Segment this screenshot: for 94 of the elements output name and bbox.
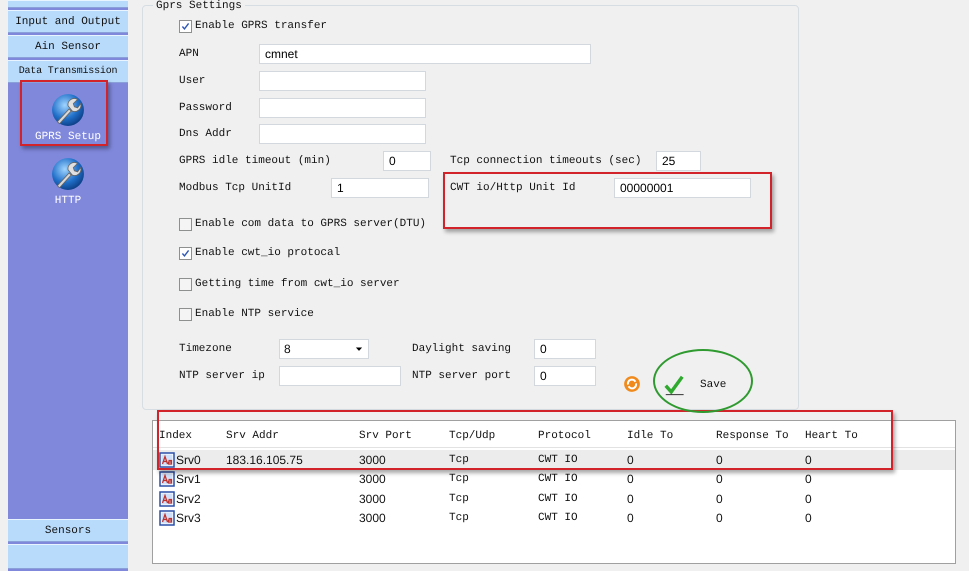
refresh-icon xyxy=(623,375,641,393)
globe-wrench-icon xyxy=(51,157,85,191)
table-cell: 3000 xyxy=(359,511,386,526)
input-field[interactable] xyxy=(259,98,426,118)
table-cell: CWT IO xyxy=(538,454,578,466)
checkmark-icon xyxy=(180,248,191,258)
field-label: Tcp connection timeouts (sec) xyxy=(450,155,642,167)
sidebar-section-button[interactable]: Data Transmission xyxy=(8,60,128,83)
sidebar-section-button[interactable] xyxy=(8,0,128,8)
checkbox[interactable] xyxy=(179,20,192,32)
table-cell: CWT IO xyxy=(538,492,578,505)
input-field[interactable] xyxy=(279,366,401,386)
checkbox-label: Enable NTP service xyxy=(195,308,314,320)
table-cell: Srv1 xyxy=(176,472,201,486)
table-row[interactable]: Srv2 3000 Tcp CWT IO 0 0 0 xyxy=(153,489,955,508)
table-cell: CWT IO xyxy=(538,512,578,524)
field-label: NTP server ip xyxy=(179,370,266,382)
checkmark-icon xyxy=(180,20,191,32)
document-icon xyxy=(159,452,175,468)
checkmark-icon xyxy=(663,374,685,396)
column-header[interactable]: Heart To xyxy=(805,430,894,442)
table-row[interactable]: Srv3 3000 Tcp CWT IO 0 0 0 xyxy=(153,508,955,528)
document-icon xyxy=(159,490,175,507)
table-cell: 0 xyxy=(716,492,723,506)
table-cell: 0 xyxy=(805,511,812,526)
table-cell: 3000 xyxy=(359,452,386,467)
field-label: Dns Addr xyxy=(179,128,233,140)
table-cell: 0 xyxy=(716,511,723,526)
column-header[interactable]: Srv Port xyxy=(359,430,449,442)
table-cell: 0 xyxy=(627,452,634,467)
globe-wrench-icon xyxy=(50,93,85,127)
refresh-button[interactable] xyxy=(623,375,643,395)
table-cell: 0 xyxy=(805,472,812,486)
table-row[interactable]: Srv0 183.16.105.75 3000 Tcp CWT IO 0 0 0 xyxy=(153,450,955,470)
table-cell: 0 xyxy=(716,472,723,486)
input-field[interactable] xyxy=(259,71,426,91)
table-cell: Tcp xyxy=(449,492,469,505)
input-field[interactable]: 25 xyxy=(656,151,701,171)
table-cell: 3000 xyxy=(359,472,386,486)
field-label: User xyxy=(179,75,206,87)
table-cell: 0 xyxy=(805,492,812,506)
table-cell: 0 xyxy=(627,492,634,506)
checkbox-label: Enable GPRS transfer xyxy=(195,20,328,32)
table-cell: Srv0 xyxy=(176,452,201,467)
input-field[interactable]: 0 xyxy=(534,366,596,386)
checkbox[interactable] xyxy=(179,308,192,320)
field-label: Modbus Tcp UnitId xyxy=(179,182,292,194)
sidebar-section-button[interactable] xyxy=(8,544,128,569)
checkbox[interactable] xyxy=(179,278,192,290)
sidebar-section-button[interactable]: Ain Sensor xyxy=(8,35,128,58)
checkbox[interactable] xyxy=(179,246,192,260)
table-cell: 0 xyxy=(716,452,723,467)
checkbox[interactable] xyxy=(179,218,192,230)
table-cell: 0 xyxy=(805,452,812,467)
column-header[interactable]: Index xyxy=(159,430,226,442)
table-cell: Tcp xyxy=(449,473,469,486)
document-icon xyxy=(159,510,175,526)
input-field[interactable]: 00000001 xyxy=(614,178,751,198)
timezone-dropdown[interactable]: 8 xyxy=(279,339,369,359)
save-button[interactable]: Save xyxy=(661,374,728,396)
document-icon xyxy=(159,471,175,488)
input-field[interactable]: cmnet xyxy=(259,44,591,64)
checkbox-label: Enable com data to GPRS server(DTU) xyxy=(195,218,426,230)
table-row[interactable]: Srv1 3000 Tcp CWT IO 0 0 0 xyxy=(153,470,955,489)
field-label: GPRS idle timeout (min) xyxy=(179,155,332,167)
table-cell: CWT IO xyxy=(538,473,578,486)
table-cell: Tcp xyxy=(449,512,469,524)
input-field[interactable]: 1 xyxy=(331,178,429,198)
sidebar-section-button[interactable]: Input and Output xyxy=(8,10,128,33)
column-header[interactable]: Tcp/Udp xyxy=(449,430,538,442)
checkbox-label: Getting time from cwt_io server xyxy=(195,278,400,290)
group-title: Gprs Settings xyxy=(153,0,245,12)
input-field[interactable]: 0 xyxy=(534,339,596,359)
table-cell: Srv2 xyxy=(176,492,201,506)
field-label: Password xyxy=(179,102,233,114)
field-label: Timezone xyxy=(179,343,233,355)
field-label: Daylight saving xyxy=(412,343,512,355)
table-cell: Tcp xyxy=(449,454,469,466)
table-cell: 3000 xyxy=(359,492,386,506)
table-cell: 0 xyxy=(627,511,634,526)
sidebar-section-button[interactable]: Sensors xyxy=(8,519,128,542)
checkbox-label: Enable cwt_io protocal xyxy=(195,247,340,259)
column-header[interactable]: Response To xyxy=(716,430,805,442)
field-label: NTP server port xyxy=(412,370,512,382)
input-field[interactable] xyxy=(259,124,426,144)
input-field[interactable]: 0 xyxy=(383,151,431,171)
table-cell: 0 xyxy=(627,472,634,486)
field-label: CWT io/Http Unit Id xyxy=(450,182,576,194)
table-cell: 183.16.105.75 xyxy=(226,452,303,467)
table-cell: Srv3 xyxy=(176,511,201,526)
column-header[interactable]: Srv Addr xyxy=(226,430,359,442)
field-label: APN xyxy=(179,48,200,60)
column-header[interactable]: Protocol xyxy=(538,430,627,442)
column-header[interactable]: Idle To xyxy=(627,430,716,442)
